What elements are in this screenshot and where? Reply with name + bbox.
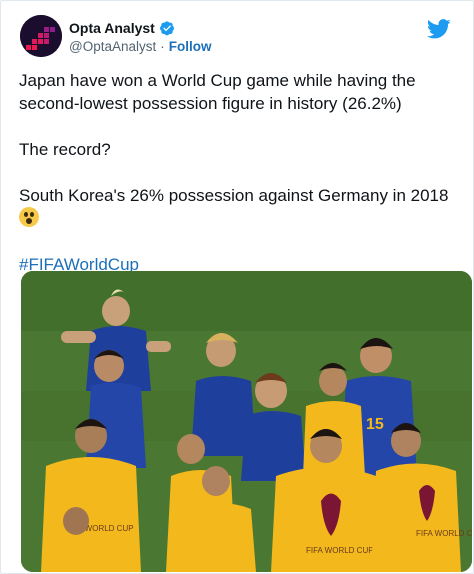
tweet-paragraph-text: South Korea's 26% possession against Ger… xyxy=(19,186,449,205)
opta-logo-icon xyxy=(20,15,62,57)
twitter-bird-icon[interactable] xyxy=(427,19,451,39)
astonished-face-emoji xyxy=(19,207,39,227)
svg-text:FIFA WORLD CUP: FIFA WORLD CUP xyxy=(306,546,374,555)
handle[interactable]: @OptaAnalyst xyxy=(69,39,156,54)
tweet-text: Japan have won a World Cup game while ha… xyxy=(19,69,459,299)
tweet-paragraph: South Korea's 26% possession against Ger… xyxy=(19,184,459,230)
tweet-paragraph: Japan have won a World Cup game while ha… xyxy=(19,71,416,113)
verified-badge-icon xyxy=(159,21,174,36)
tweet-card: Opta Analyst @OptaAnalyst · Follow Japan… xyxy=(0,0,474,574)
separator: · xyxy=(160,39,165,54)
svg-text:FIFA WORLD CUP: FIFA WORLD CUP xyxy=(416,529,472,538)
svg-text:15: 15 xyxy=(366,416,384,433)
tweet-paragraph: The record? xyxy=(19,140,111,159)
avatar[interactable] xyxy=(20,15,62,57)
display-name[interactable]: Opta Analyst xyxy=(69,20,155,36)
photo-illustration: 15 FIFA WORLD CUP FIFA WORLD CUP FIFA WO… xyxy=(21,271,472,572)
japan-team-celebration-photo[interactable]: 15 FIFA WORLD CUP FIFA WORLD CUP FIFA WO… xyxy=(21,271,472,572)
name-row: Opta Analyst xyxy=(69,20,175,36)
follow-button[interactable]: Follow xyxy=(169,39,212,54)
handle-row: @OptaAnalyst · Follow xyxy=(69,39,212,54)
